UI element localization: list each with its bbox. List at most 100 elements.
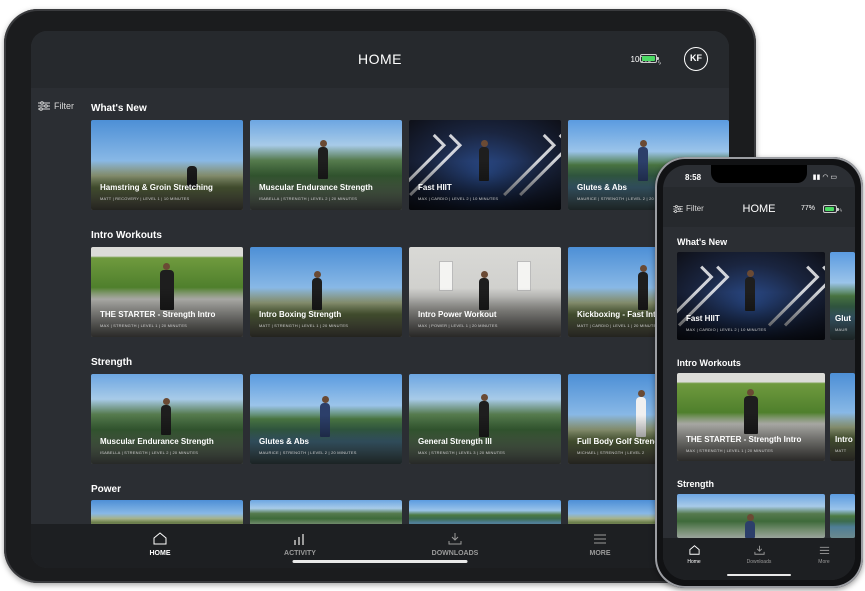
card-meta: ISABELLA | STRENGTH | LEVEL 2 | 20 MINUT… [100, 450, 199, 455]
status-icons: ▮▮ ◠ ▭ [813, 173, 837, 181]
workout-card[interactable]: Muscular Endurance Strength ISABELLA | S… [91, 374, 243, 464]
instructor-figure [745, 521, 755, 538]
workout-card[interactable] [677, 494, 825, 538]
battery-percentage: 77% [800, 205, 815, 212]
card-meta: MAX | CARDIO | LEVEL 2 | 10 MINUTES [686, 327, 767, 332]
tab-label: HOME [149, 550, 171, 557]
tab-label: MORE [589, 550, 611, 557]
notch [711, 165, 807, 183]
card-title: General Strength III [418, 437, 492, 446]
card-meta: MAX | STRENGTH | LEVEL 1 | 20 MINUTES [100, 323, 188, 328]
card-title: Hamstring & Groin Stretching [100, 183, 213, 192]
workout-card[interactable]: Hamstring & Groin Stretching MATT | RECO… [91, 120, 243, 210]
status-battery-icon: ▭ [830, 174, 837, 181]
card-meta: ISABELLA | STRENGTH | LEVEL 2 | 20 MINUT… [259, 196, 358, 201]
ipad-device: HOME 100% ᛃ KF Filter What's New Hamstri… [4, 9, 756, 583]
workout-card[interactable]: Fast HIIT MAX | CARDIO | LEVEL 2 | 10 MI… [409, 120, 561, 210]
card-title: THE STARTER - Strength Intro [100, 310, 216, 319]
activity-icon [294, 534, 304, 545]
iphone-device: 8:58 ▮▮ ◠ ▭ Filter HOME 77% ᛃ What's New… [655, 157, 863, 588]
tab-downloads[interactable]: DOWNLOADS [415, 531, 495, 557]
workout-card[interactable]: Intro Boxing Strength MATT | STRENGTH | … [250, 247, 402, 337]
section-title-intro-workouts: Intro Workouts [91, 230, 162, 241]
section-title-strength: Strength [91, 357, 133, 368]
menu-icon [594, 534, 606, 544]
tab-more[interactable]: MORE [560, 531, 640, 557]
tab-bar: Home Downloads More [663, 538, 855, 580]
card-title: Fast HIIT [686, 314, 720, 323]
tab-more[interactable]: More [799, 544, 849, 565]
section-title-whats-new: What's New [91, 103, 147, 114]
card-meta: MAX | STRENGTH | LEVEL 3 | 20 MINUTES [418, 450, 506, 455]
home-icon [153, 532, 167, 545]
section-title-power: Power [91, 484, 122, 495]
tab-label: DOWNLOADS [431, 550, 479, 557]
card-title: Glutes & Abs [259, 437, 309, 446]
page-title: HOME [358, 51, 402, 67]
workout-card[interactable]: Fast HIIT MAX | CARDIO | LEVEL 2 | 10 MI… [677, 252, 825, 340]
avatar[interactable]: KF [684, 47, 708, 71]
card-meta: MAX | POWER | LEVEL 1 | 20 MINUTES [418, 323, 498, 328]
section-title-intro-workouts: Intro Workouts [677, 358, 741, 368]
charging-icon: ᛃ [839, 208, 843, 214]
filter-icon [38, 101, 50, 111]
workout-card[interactable]: Glutes & Abs MAURICE | STRENGTH | LEVEL … [250, 374, 402, 464]
battery-icon [640, 54, 659, 63]
home-indicator[interactable] [292, 560, 468, 563]
wifi-icon: ◠ [822, 174, 829, 181]
signal-icon: ▮▮ [812, 174, 821, 181]
card-meta: MAX | CARDIO | LEVEL 2 | 10 MINUTES [418, 196, 499, 201]
tab-activity[interactable]: ACTIVITY [260, 531, 340, 557]
tab-label: Home [687, 559, 701, 565]
card-title: Glutes & Abs [577, 183, 627, 192]
card-meta: MATT | CARDIO | LEVEL 1 | 20 MINUTES [577, 323, 660, 328]
card-meta: MATT [835, 448, 847, 453]
status-time: 8:58 [685, 173, 702, 182]
card-meta: MICHAEL | STRENGTH | LEVEL 2 [577, 450, 645, 455]
charging-icon: ᛃ [657, 58, 662, 67]
tab-home[interactable]: Home [669, 544, 719, 565]
download-icon [448, 533, 462, 545]
tab-home[interactable]: HOME [120, 531, 200, 557]
card-title: Intro Boxing Strength [259, 310, 342, 319]
home-indicator[interactable] [727, 574, 791, 576]
card-title: Muscular Endurance Strength [259, 183, 373, 192]
card-title: Muscular Endurance Strength [100, 437, 214, 446]
download-icon [753, 545, 765, 555]
workout-card[interactable]: THE STARTER - Strength Intro MAX | STREN… [677, 373, 825, 461]
workout-card[interactable]: General Strength III MAX | STRENGTH | LE… [409, 374, 561, 464]
tab-downloads[interactable]: Downloads [734, 544, 784, 565]
card-title: Full Body Golf Strength [577, 437, 667, 446]
card-title: Intro [835, 435, 853, 444]
workout-card[interactable]: Intro Power Workout MAX | POWER | LEVEL … [409, 247, 561, 337]
card-title: THE STARTER - Strength Intro [686, 435, 802, 444]
header: HOME 100% ᛃ KF [31, 31, 729, 88]
home-icon [688, 545, 700, 555]
card-title: Intro Power Workout [418, 310, 497, 319]
filter-button[interactable]: Filter [38, 101, 74, 111]
tab-label: ACTIVITY [284, 550, 316, 557]
tab-bar: HOME ACTIVITY DOWNLOADS MORE [31, 524, 729, 568]
card-title: Kickboxing - Fast Intro [577, 310, 664, 319]
workout-card[interactable] [830, 494, 855, 538]
card-meta: MAX | STRENGTH | LEVEL 1 | 20 MINUTES [686, 448, 774, 453]
filter-label: Filter [54, 101, 74, 111]
section-title-whats-new: What's New [677, 237, 728, 247]
card-meta: MAUR [835, 327, 848, 332]
workout-card[interactable]: Glut MAUR [830, 252, 855, 340]
iphone-screen: 8:58 ▮▮ ◠ ▭ Filter HOME 77% ᛃ What's New… [663, 165, 855, 580]
card-meta: MAURICE | STRENGTH | LEVEL 2 | 20 MINUTE… [259, 450, 357, 455]
card-title: Glut [835, 314, 851, 323]
battery-icon [823, 205, 839, 213]
workout-card[interactable]: THE STARTER - Strength Intro MAX | STREN… [91, 247, 243, 337]
card-meta: MATT | RECOVERY | LEVEL 1 | 10 MINUTES [100, 196, 190, 201]
ipad-screen: HOME 100% ᛃ KF Filter What's New Hamstri… [31, 31, 729, 568]
menu-icon [819, 546, 829, 554]
workout-card[interactable]: Muscular Endurance Strength ISABELLA | S… [250, 120, 402, 210]
workout-card[interactable]: Intro MATT [830, 373, 855, 461]
section-title-strength: Strength [677, 479, 714, 489]
card-title: Fast HIIT [418, 183, 452, 192]
card-meta: MATT | STRENGTH | LEVEL 1 | 20 MINUTES [259, 323, 349, 328]
tab-label: More [818, 559, 830, 565]
tab-label: Downloads [746, 559, 772, 565]
